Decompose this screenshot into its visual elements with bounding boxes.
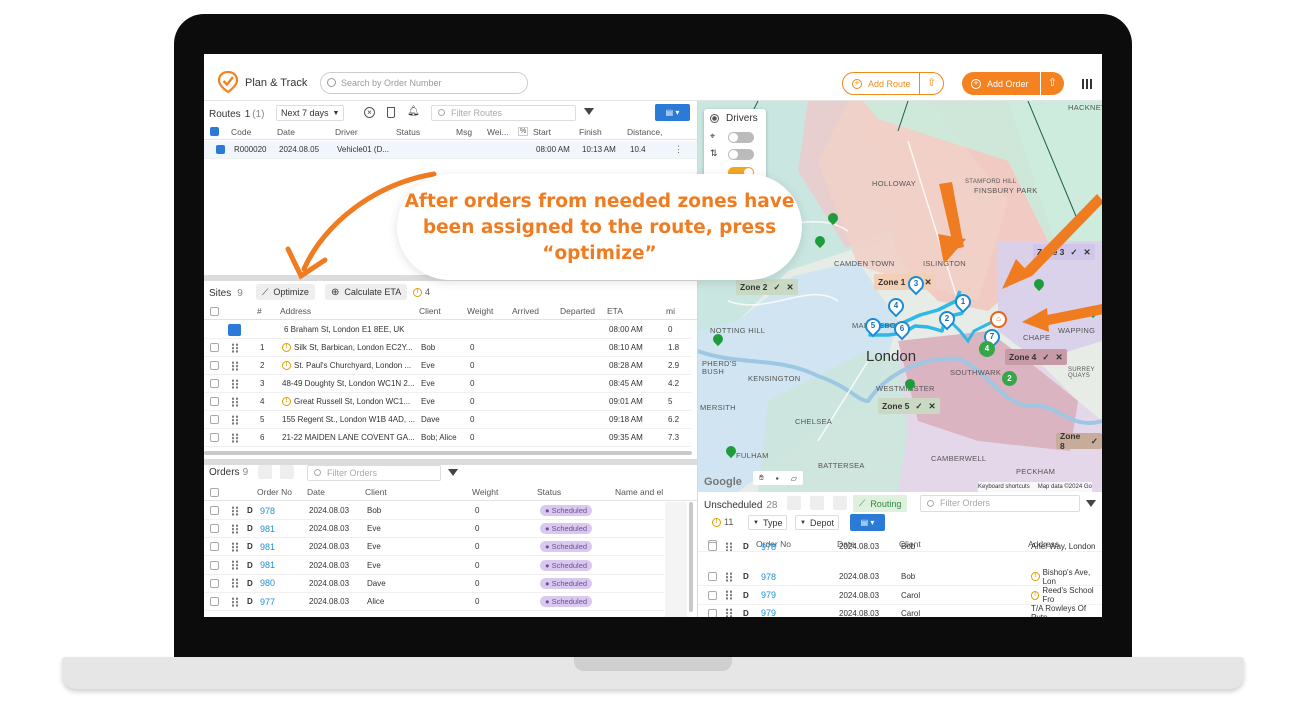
warning-icon: !: [712, 517, 721, 527]
order-client: Bob: [901, 572, 916, 582]
drag-handle-icon[interactable]: [725, 608, 733, 617]
order-number-link[interactable]: 978: [761, 542, 776, 551]
order-client: Carol: [901, 608, 921, 617]
edit-icon[interactable]: [787, 496, 801, 510]
filter-unscheduled-placeholder: Filter Orders: [940, 498, 991, 508]
order-address-cell: ! Bishop's Ave, Lon: [1031, 568, 1102, 586]
order-address-cell: T/A Rowleys Of Putn: [1031, 604, 1102, 617]
callout-line-1: After orders from needed zones have: [404, 191, 795, 212]
routing-label: Routing: [870, 498, 902, 509]
trend-icon: ⟋: [859, 498, 866, 508]
order-type: D: [743, 608, 749, 617]
type-select[interactable]: ▼ Type: [748, 515, 788, 530]
depot-select[interactable]: ▼ Depot: [795, 515, 839, 530]
document-icon: ▤ ▾: [860, 518, 875, 527]
order-client: Bob: [901, 542, 916, 551]
drag-handle-icon[interactable]: [725, 590, 733, 601]
order-address: Reed's School Fro: [1042, 586, 1094, 605]
order-number-link[interactable]: 979: [761, 608, 776, 617]
filter-unscheduled-input[interactable]: Filter Orders: [920, 495, 1080, 512]
filter-icon[interactable]: [1086, 500, 1096, 507]
unscheduled-panel: Unscheduled 28 ⟋ Routing Filter Orders !…: [698, 492, 1102, 617]
laptop-notch: [574, 657, 732, 671]
order-checkbox[interactable]: [708, 542, 717, 551]
order-date: 2024.08.03: [839, 590, 880, 600]
app-screen: Plan & Track Search by Order Number + Ad…: [204, 54, 1102, 617]
type-label: Type: [762, 517, 783, 528]
routing-button[interactable]: ⟋ Routing: [853, 495, 908, 512]
order-address: Bishop's Ave, Lon: [1042, 567, 1091, 586]
unscheduled-row[interactable]: D 979 2024.08.03 Carol ! Reed's School Fr…: [698, 586, 1102, 605]
trash-icon[interactable]: [833, 496, 847, 510]
order-type: D: [743, 572, 749, 582]
warning-icon: !: [1031, 590, 1040, 600]
callout-line-2: been assigned to the route, press: [422, 217, 777, 238]
unscheduled-row[interactable]: D 979 2024.08.03 Carol T/A Rowleys Of Pu…: [698, 604, 1102, 617]
order-checkbox[interactable]: [708, 608, 717, 617]
unscheduled-row[interactable]: D 978 2024.08.03 Bob ! Bishop's Ave, Lon: [698, 568, 1102, 587]
export-button[interactable]: ▤ ▾: [850, 514, 885, 531]
order-type: D: [743, 542, 749, 551]
order-number-link[interactable]: 978: [761, 572, 776, 582]
depot-label: Depot: [809, 517, 834, 528]
copy-icon[interactable]: [810, 496, 824, 510]
search-icon: [927, 500, 934, 507]
order-date: 2024.08.03: [839, 572, 880, 582]
instruction-callout: After orders from needed zones have been…: [397, 174, 802, 280]
order-checkbox[interactable]: [708, 590, 717, 600]
order-address: T/A Rowleys Of Putn: [1031, 604, 1087, 617]
warning-icon: !: [1031, 572, 1040, 582]
order-number-link[interactable]: 979: [761, 590, 776, 600]
drag-handle-icon[interactable]: [725, 542, 733, 551]
order-date: 2024.08.03: [839, 542, 880, 551]
order-checkbox[interactable]: [708, 572, 717, 582]
order-client: Carol: [901, 590, 921, 600]
order-address: Arlel Way, London: [1031, 542, 1096, 551]
order-address-cell: ! Reed's School Fro: [1031, 586, 1102, 604]
drag-handle-icon[interactable]: [725, 571, 733, 582]
order-type: D: [743, 590, 749, 600]
unscheduled-warning-count: 11: [724, 517, 734, 527]
unscheduled-warnings[interactable]: ! 11: [712, 517, 733, 527]
order-address-cell: Arlel Way, London: [1031, 542, 1095, 551]
unscheduled-count: 28: [766, 499, 778, 511]
unscheduled-title: Unscheduled: [704, 499, 763, 511]
unscheduled-row[interactable]: D 978 2024.08.03 Bob Arlel Way, London: [698, 542, 1102, 552]
order-date: 2024.08.03: [839, 608, 880, 617]
callout-line-3: “optimize”: [542, 243, 657, 264]
